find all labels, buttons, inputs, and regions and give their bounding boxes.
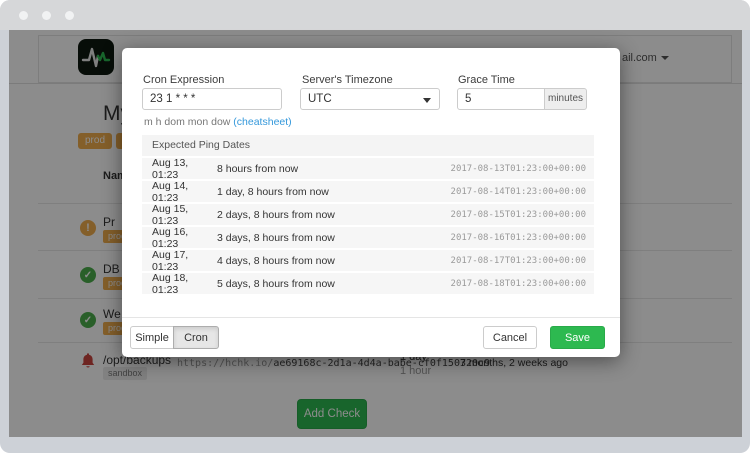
- ping-relative: 5 days, 8 hours from now: [217, 278, 451, 290]
- traffic-light-icon: [42, 11, 51, 20]
- modal-footer-divider: [122, 317, 620, 318]
- browser-titlebar: [0, 0, 750, 30]
- cron-mode-button[interactable]: Cron: [173, 326, 219, 349]
- ping-iso: 2017-08-15T01:23:00+00:00: [451, 210, 594, 220]
- chevron-down-icon: [423, 98, 431, 103]
- grace-unit-addon: minutes: [544, 88, 587, 110]
- cron-schedule-dialog: Cron Expression Server's Timezone Grace …: [122, 48, 620, 357]
- traffic-light-icon: [65, 11, 74, 20]
- cheatsheet-link[interactable]: (cheatsheet): [233, 116, 291, 128]
- grace-time-input[interactable]: [457, 88, 545, 110]
- ping-relative: 3 days, 8 hours from now: [217, 232, 451, 244]
- ping-relative: 2 days, 8 hours from now: [217, 209, 451, 221]
- ping-date-row: Aug 18, 01:23 5 days, 8 hours from now 2…: [142, 273, 594, 294]
- ping-iso: 2017-08-16T01:23:00+00:00: [451, 233, 594, 243]
- ping-relative: 1 day, 8 hours from now: [217, 186, 451, 198]
- browser-window: ail.com My Checks prod work Name Pr prod…: [0, 0, 750, 453]
- ping-date-row: Aug 13, 01:23 8 hours from now 2017-08-1…: [142, 158, 594, 179]
- cron-expression-label: Cron Expression: [143, 74, 224, 86]
- ping-date: Aug 13, 01:23: [142, 157, 217, 181]
- ping-date: Aug 15, 01:23: [142, 203, 217, 227]
- ping-date-row: Aug 15, 01:23 2 days, 8 hours from now 2…: [142, 204, 594, 225]
- cron-expression-input[interactable]: [142, 88, 282, 110]
- expected-ping-dates-table: Expected Ping Dates Aug 13, 01:23 8 hour…: [142, 135, 594, 294]
- ping-iso: 2017-08-14T01:23:00+00:00: [451, 187, 594, 197]
- ping-relative: 8 hours from now: [217, 163, 451, 175]
- traffic-light-icon: [19, 11, 28, 20]
- ping-iso: 2017-08-18T01:23:00+00:00: [451, 279, 594, 289]
- cron-field-hint: m h dom mon dow: [144, 116, 233, 128]
- timezone-label: Server's Timezone: [302, 74, 393, 86]
- grace-time-label: Grace Time: [458, 74, 515, 86]
- ping-date-row: Aug 17, 01:23 4 days, 8 hours from now 2…: [142, 250, 594, 271]
- timezone-select[interactable]: UTC: [300, 88, 440, 110]
- cron-helper-text: m h dom mon dow (cheatsheet): [144, 116, 292, 128]
- ping-date-row: Aug 16, 01:23 3 days, 8 hours from now 2…: [142, 227, 594, 248]
- ping-date: Aug 16, 01:23: [142, 226, 217, 250]
- ping-iso: 2017-08-17T01:23:00+00:00: [451, 256, 594, 266]
- cancel-button[interactable]: Cancel: [483, 326, 537, 349]
- ping-relative: 4 days, 8 hours from now: [217, 255, 451, 267]
- ping-date: Aug 17, 01:23: [142, 249, 217, 273]
- ping-date: Aug 14, 01:23: [142, 180, 217, 204]
- simple-mode-button[interactable]: Simple: [130, 326, 174, 349]
- save-button[interactable]: Save: [550, 326, 605, 349]
- ping-table-header: Expected Ping Dates: [142, 135, 594, 156]
- ping-iso: 2017-08-13T01:23:00+00:00: [451, 164, 594, 174]
- ping-date: Aug 18, 01:23: [142, 272, 217, 296]
- screenshot-stage: ail.com My Checks prod work Name Pr prod…: [0, 0, 750, 453]
- timezone-selected-value: UTC: [308, 93, 332, 105]
- ping-date-row: Aug 14, 01:23 1 day, 8 hours from now 20…: [142, 181, 594, 202]
